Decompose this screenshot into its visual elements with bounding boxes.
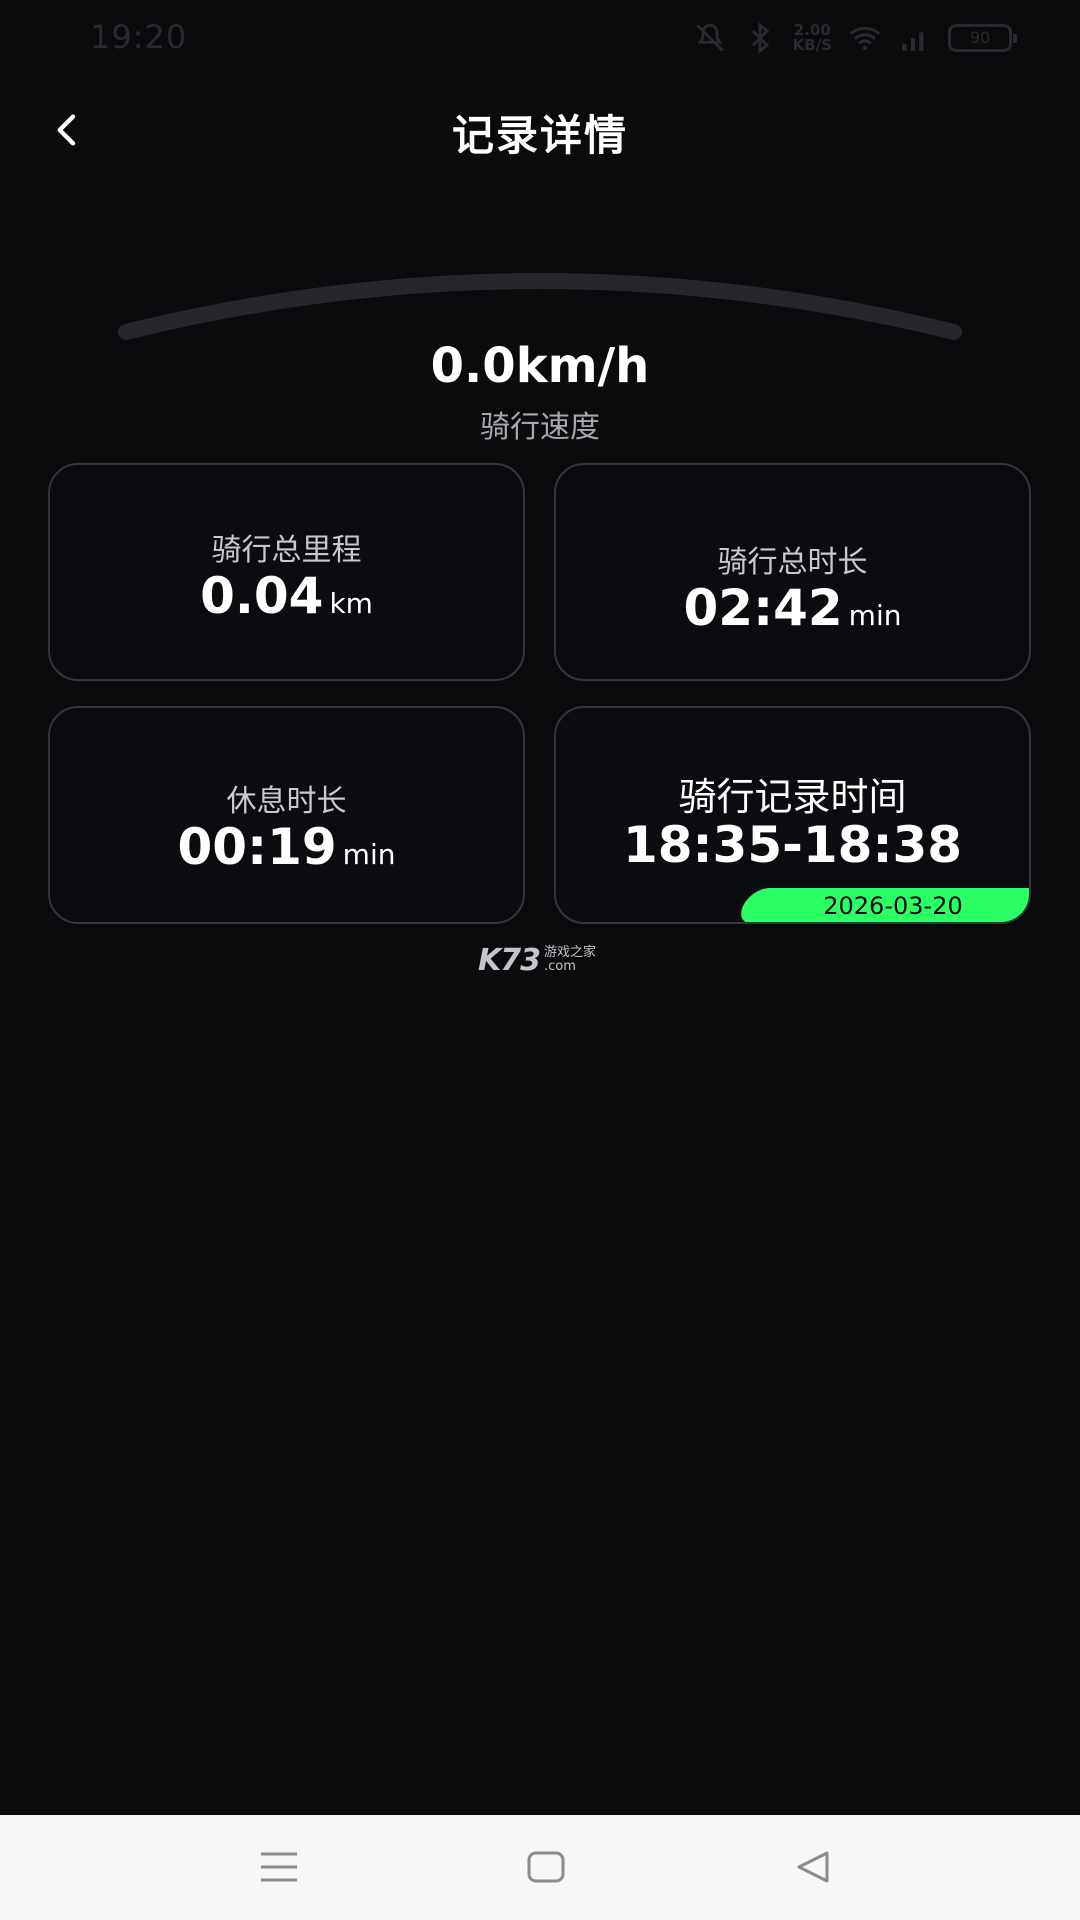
record-time-range: 18:35-18:38 [622,816,963,874]
distance-unit: km [329,587,373,620]
nav-back-button[interactable] [783,1841,843,1893]
mute-icon [695,23,724,52]
watermark: K73 游戏之家 .com [478,942,596,978]
duration-unit: min [848,599,902,632]
app-header: 记录详情 [0,90,1080,172]
rest-label: 休息时长 [226,784,347,819]
speed-gauge-arc [118,273,962,340]
rest-unit: min [342,838,396,871]
duration-value: 02:42 min [556,579,1029,637]
rest-number: 00:19 [177,818,337,876]
wifi-icon [849,26,881,51]
system-nav-bar [0,1815,1080,1920]
record-time-card: 骑行记录时间 18:35-18:38 2026-03-20 [554,706,1031,924]
network-speed: 2.00 KB/S [793,23,832,53]
distance-value: 0.04 km [50,567,523,625]
record-time-value: 18:35-18:38 [556,816,1029,874]
watermark-logo: K73 [478,942,541,978]
status-bar: 19:20 2.00 KB/S 90 [0,0,1080,76]
back-triangle-icon [797,1851,829,1883]
bluetooth-icon [751,22,769,54]
watermark-text: 游戏之家 .com [544,946,596,974]
home-square-icon [527,1851,565,1883]
distance-label: 骑行总里程 [211,533,362,568]
page-title: 记录详情 [451,111,628,160]
watermark-line2: .com [544,959,576,974]
nav-menu-button[interactable] [249,1841,309,1893]
network-speed-unit: KB/S [792,36,832,54]
rest-value: 00:19 min [50,818,523,876]
watermark-line1: 游戏之家 [544,945,597,960]
nav-home-button[interactable] [516,1841,576,1893]
duration-number: 02:42 [683,579,843,637]
battery-indicator: 90 [948,24,1017,52]
speed-value: 0.0km/h [430,338,650,394]
duration-label: 骑行总时长 [717,545,868,580]
signal-icon [902,32,924,51]
duration-card: 骑行总时长 02:42 min [554,463,1031,681]
menu-icon [261,1852,297,1882]
status-time: 19:20 [90,18,188,56]
status-icons: 2.00 KB/S 90 [693,20,1017,56]
distance-card: 骑行总里程 0.04 km [48,463,525,681]
speed-label: 骑行速度 [480,410,600,445]
distance-number: 0.04 [200,567,324,625]
rest-card: 休息时长 00:19 min [48,706,525,924]
record-time-label: 骑行记录时间 [678,775,907,819]
date-badge: 2026-03-20 [745,888,1029,922]
